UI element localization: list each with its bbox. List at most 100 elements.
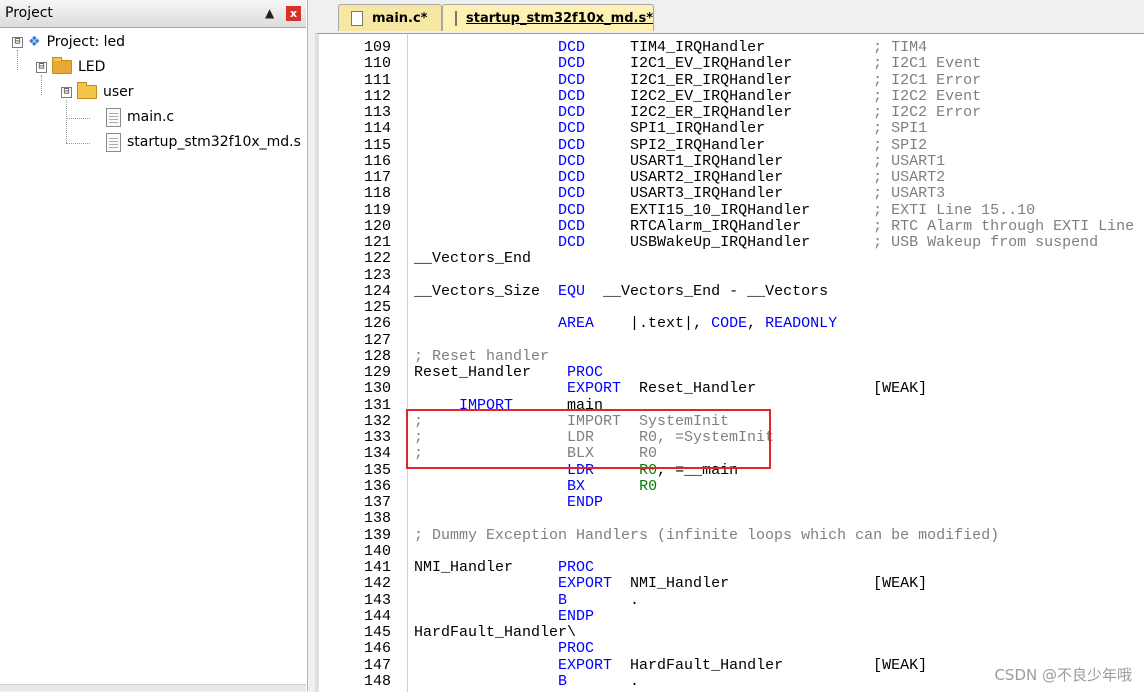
code-token: __Vectors_Size bbox=[414, 282, 559, 300]
code-keyword: EXPORT bbox=[558, 575, 613, 593]
code-line[interactable]: 113 DCD I2C2_ER_IRQHandler ; I2C2 Error bbox=[319, 105, 1144, 121]
code-text: DCD SPI2_IRQHandler ; SPI2 bbox=[414, 137, 927, 154]
code-keyword: CODE bbox=[711, 315, 748, 333]
code-line[interactable]: 137 ENDP bbox=[319, 495, 1144, 511]
tab-startup-s[interactable]: startup_stm32f10x_md.s* bbox=[442, 4, 654, 31]
code-line[interactable]: 136 BX R0 bbox=[319, 477, 1144, 495]
code-token: NMI_Handler bbox=[414, 559, 559, 576]
line-number: 109 bbox=[363, 39, 391, 56]
line-number: 146 bbox=[363, 640, 391, 658]
code-line[interactable]: 122 __Vectors_End bbox=[319, 251, 1144, 267]
line-number: 130 bbox=[363, 380, 391, 398]
code-line[interactable]: 144 ENDP bbox=[319, 608, 1144, 625]
code-keyword: EXPORT bbox=[558, 656, 613, 674]
code-line[interactable]: 129 Reset_Handler PROC bbox=[319, 365, 1144, 381]
tab-main-c[interactable]: main.c* bbox=[338, 4, 442, 31]
line-number: 135 bbox=[363, 461, 391, 479]
code-text: __Vectors_Size EQU __Vectors_End - __Vec… bbox=[414, 282, 828, 300]
code-text: DCD EXTI15_10_IRQHandler ; EXTI Line 15.… bbox=[414, 201, 1036, 219]
code-line[interactable]: 145 HardFault_Handler\ bbox=[319, 625, 1144, 641]
code-line[interactable]: 121 DCD USBWakeUp_IRQHandler ; USB Wakeu… bbox=[319, 235, 1144, 251]
line-number: 121 bbox=[363, 234, 391, 251]
project-pane-scrollbar[interactable] bbox=[0, 684, 306, 691]
collapse-toggle-icon[interactable]: ⊟ bbox=[36, 61, 47, 73]
code-text: EXPORT HardFault_Handler [WEAK] bbox=[414, 656, 928, 674]
code-line[interactable]: 111 DCD I2C1_ER_IRQHandler ; I2C1 Error bbox=[319, 71, 1144, 89]
code-line[interactable]: 128 ; Reset handler bbox=[319, 348, 1144, 365]
line-number: 123 bbox=[363, 266, 391, 284]
code-keyword: DCD bbox=[558, 55, 586, 73]
code-keyword: EQU bbox=[558, 282, 586, 300]
code-line[interactable]: 125 bbox=[319, 300, 1144, 316]
close-pane-button[interactable]: x bbox=[286, 6, 301, 21]
tree-item-file-main-c[interactable]: main.c bbox=[106, 106, 174, 128]
code-text: __Vectors_End bbox=[414, 251, 531, 267]
code-comment: ; I2C1 Error bbox=[873, 71, 982, 89]
code-line[interactable]: 117 DCD USART2_IRQHandler ; USART2 bbox=[319, 170, 1144, 186]
code-line[interactable]: 112 DCD I2C2_EV_IRQHandler ; I2C2 Event bbox=[319, 87, 1144, 105]
line-number: 116 bbox=[363, 152, 391, 170]
tree-item-target-led[interactable]: ⊟ LED bbox=[36, 56, 105, 78]
watermark: CSDN @不良少年哦 bbox=[994, 666, 1132, 684]
collapse-toggle-icon[interactable]: ⊟ bbox=[61, 86, 72, 98]
code-line[interactable]: 115 DCD SPI2_IRQHandler ; SPI2 bbox=[319, 137, 1144, 154]
code-line[interactable]: 127 bbox=[319, 332, 1144, 349]
code-token: |.text|, bbox=[594, 315, 712, 333]
code-line[interactable]: 126 AREA |.text|, CODE, READONLY bbox=[319, 316, 1144, 332]
code-line[interactable]: 109 DCD TIM4_IRQHandler ; TIM4 bbox=[319, 40, 1144, 56]
code-line[interactable]: 142 EXPORT NMI_Handler [WEAK] bbox=[319, 576, 1144, 592]
pin-icon[interactable]: ▲ bbox=[265, 6, 274, 20]
code-line[interactable]: 138 bbox=[319, 511, 1144, 527]
code-comment: ; I2C2 Event bbox=[873, 87, 982, 105]
code-text: DCD USART3_IRQHandler ; USART3 bbox=[414, 186, 945, 202]
code-token: HardFault_Handler\ bbox=[414, 624, 577, 641]
line-number: 119 bbox=[363, 201, 391, 219]
tree-item-group-user[interactable]: ⊟ user bbox=[61, 81, 134, 103]
code-line[interactable]: 124 __Vectors_Size EQU __Vectors_End - __… bbox=[319, 282, 1144, 300]
tree-item-file-startup[interactable]: startup_stm32f10x_md.s bbox=[106, 131, 301, 153]
code-line[interactable]: 146 PROC bbox=[319, 641, 1144, 657]
code-editor[interactable]: 109 DCD TIM4_IRQHandler ; TIM4 110 DCD I2… bbox=[315, 33, 1144, 692]
code-line[interactable]: 116 DCD USART1_IRQHandler ; USART1 bbox=[319, 152, 1144, 170]
tree-item-label: user bbox=[103, 84, 134, 100]
code-comment: ; I2C2 Error bbox=[873, 104, 982, 121]
collapse-toggle-icon[interactable]: ⊟ bbox=[12, 36, 23, 48]
code-comment: ; Dummy Exception Handlers (infinite loo… bbox=[414, 526, 1000, 544]
code-keyword: AREA bbox=[558, 315, 595, 333]
tab-label: startup_stm32f10x_md.s* bbox=[466, 10, 653, 26]
line-number: 138 bbox=[363, 510, 391, 528]
code-line[interactable]: 119 DCD EXTI15_10_IRQHandler ; EXTI Line… bbox=[319, 201, 1144, 219]
code-token: I2C2_ER_IRQHandler bbox=[585, 104, 874, 121]
code-text: EXPORT Reset_Handler [WEAK] bbox=[414, 381, 927, 397]
code-line[interactable]: 118 DCD USART3_IRQHandler ; USART3 bbox=[319, 186, 1144, 202]
project-pane-title: Project bbox=[5, 5, 53, 21]
code-line[interactable]: 143 B . bbox=[319, 591, 1144, 609]
code-token: HardFault_Handler [WEAK] bbox=[612, 656, 928, 674]
project-icon: ❖ bbox=[28, 34, 41, 50]
code-line[interactable]: 141 NMI_Handler PROC bbox=[319, 560, 1144, 576]
code-token: . bbox=[567, 591, 640, 609]
tree-item-label: startup_stm32f10x_md.s bbox=[127, 134, 301, 150]
code-comment: ; RTC Alarm through EXTI Line bbox=[873, 217, 1135, 235]
code-text: DCD RTCAlarm_IRQHandler ; RTC Alarm thro… bbox=[414, 217, 1135, 235]
code-line[interactable]: 130 EXPORT Reset_Handler [WEAK] bbox=[319, 381, 1144, 397]
code-line[interactable]: 123 bbox=[319, 266, 1144, 284]
code-comment: ; EXTI Line 15..10 bbox=[873, 201, 1036, 219]
line-number: 110 bbox=[363, 55, 391, 73]
code-line[interactable]: 110 DCD I2C1_EV_IRQHandler ; I2C1 Event bbox=[319, 56, 1144, 72]
tree-item-project[interactable]: ⊟ ❖ Project: led bbox=[12, 31, 125, 53]
code-line[interactable]: 120 DCD RTCAlarm_IRQHandler ; RTC Alarm … bbox=[319, 217, 1144, 235]
code-line[interactable]: 140 bbox=[319, 543, 1144, 560]
code-line[interactable]: 114 DCD SPI1_IRQHandler ; SPI1 bbox=[319, 121, 1144, 137]
code-text: B . bbox=[414, 591, 640, 609]
code-token: I2C1_ER_IRQHandler bbox=[585, 71, 874, 89]
line-number: 117 bbox=[363, 169, 391, 186]
code-line[interactable]: 139 ; Dummy Exception Handlers (infinite … bbox=[319, 526, 1144, 544]
line-number: 136 bbox=[363, 477, 391, 495]
